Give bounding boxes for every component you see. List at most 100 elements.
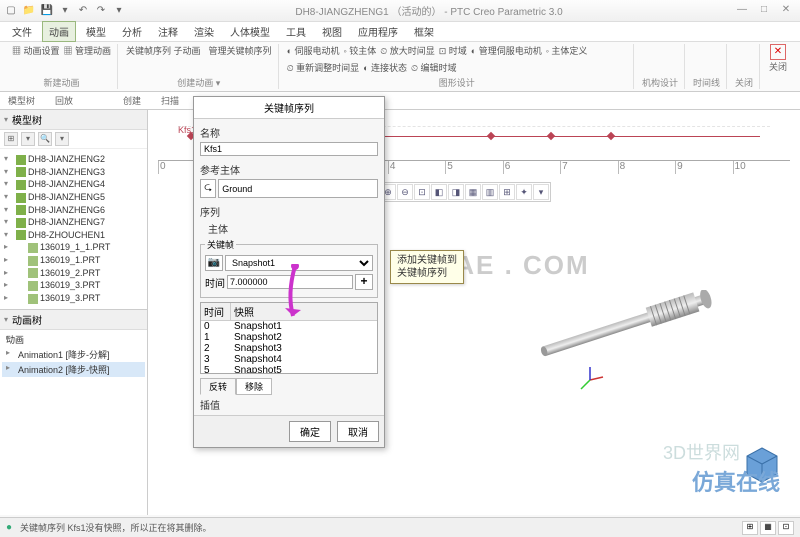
ribbon-close: ✕ 关闭: [762, 44, 794, 89]
menu-animation[interactable]: 动画: [42, 21, 76, 42]
menu-tools[interactable]: 工具: [280, 22, 312, 41]
tree-item[interactable]: DH8-JIANZHENG5: [2, 191, 145, 204]
status-tool-icon[interactable]: ⊞: [742, 521, 758, 535]
ribbon-item[interactable]: ⏲ 编辑时域: [411, 61, 457, 74]
tree-tool-icon[interactable]: 🔍: [38, 132, 52, 146]
list-row[interactable]: 1Snapshot2: [201, 332, 377, 343]
menu-annotate[interactable]: 注释: [152, 22, 184, 41]
ribbon-item[interactable]: 关键帧序列 子动画: [126, 44, 201, 57]
tree-item[interactable]: DH8-JIANZHENG7: [2, 216, 145, 229]
zoom-fit-icon[interactable]: ⊡: [414, 184, 430, 200]
ribbon-item[interactable]: ◐ 连接状态: [363, 61, 407, 74]
ribbon-item[interactable]: ⏲ 放大时间显: [380, 44, 435, 57]
tree-item[interactable]: 136019_2.PRT: [2, 267, 145, 280]
add-keyframe-button[interactable]: +: [355, 274, 373, 290]
model-tree[interactable]: DH8-JIANZHENG2DH8-JIANZHENG3DH8-JIANZHEN…: [0, 149, 147, 309]
ribbon-item[interactable]: ◦ 主体定义: [546, 44, 588, 57]
close-window-button[interactable]: ✕: [776, 4, 796, 18]
maximize-button[interactable]: □: [754, 4, 774, 18]
qat-dropdown-icon[interactable]: ▾: [58, 4, 72, 18]
watermark: 3D世界网: [663, 439, 740, 465]
list-row[interactable]: 5Snapshot5: [201, 365, 377, 374]
ribbon-item[interactable]: ▦ 管理动画: [64, 44, 112, 57]
ribbon-item[interactable]: ⏲ 重新调整时间显: [287, 61, 360, 74]
tree-tool-icon[interactable]: ⊞: [4, 132, 18, 146]
subtab-scan[interactable]: 扫描: [161, 94, 179, 107]
ribbon-item[interactable]: ◐ 伺服电动机: [287, 44, 340, 57]
anim-item[interactable]: Animation1 [降步-分解]: [2, 347, 145, 362]
subtab-playback[interactable]: 回放: [55, 94, 73, 107]
menu-framework[interactable]: 框架: [408, 22, 440, 41]
ok-button[interactable]: 确定: [289, 421, 331, 442]
view-icon[interactable]: ✦: [516, 184, 532, 200]
tree-item[interactable]: 136019_3.PRT: [2, 279, 145, 292]
menu-applications[interactable]: 应用程序: [352, 22, 404, 41]
qat-new-icon[interactable]: ▢: [4, 4, 18, 18]
ribbon-group-new-anim: ▦ 动画设置 ▦ 管理动画 新建动画: [6, 44, 118, 89]
tree-item[interactable]: DH8-JIANZHENG4: [2, 178, 145, 191]
qat-redo-icon[interactable]: ↷: [94, 4, 108, 18]
name-input[interactable]: [200, 142, 378, 156]
ribbon-item[interactable]: ▦ 动画设置: [12, 44, 60, 57]
tab-remove[interactable]: 移除: [236, 378, 272, 395]
status-tool-icon[interactable]: ⊡: [778, 521, 794, 535]
select-icon[interactable]: ⮎: [200, 179, 216, 198]
ribbon-item[interactable]: ◦ 铰主体: [344, 44, 377, 57]
view-icon[interactable]: ◨: [448, 184, 464, 200]
tree-item[interactable]: 136019_3.PRT: [2, 292, 145, 305]
menu-analysis[interactable]: 分析: [116, 22, 148, 41]
qat-save-icon[interactable]: 💾: [40, 4, 54, 18]
tree-tool-icon[interactable]: ▾: [21, 132, 35, 146]
qat-undo-icon[interactable]: ↶: [76, 4, 90, 18]
snapshot-combo[interactable]: Snapshot1: [225, 255, 373, 271]
view-icon[interactable]: ▦: [465, 184, 481, 200]
tab-reverse[interactable]: 反转: [200, 378, 236, 395]
ribbon-item[interactable]: ⊡ 时域: [439, 44, 467, 57]
tree-item[interactable]: DH8-ZHOUCHEN1: [2, 229, 145, 242]
list-row[interactable]: 3Snapshot4: [201, 354, 377, 365]
menu-model[interactable]: 模型: [80, 22, 112, 41]
cancel-button[interactable]: 取消: [337, 421, 379, 442]
qat-more-icon[interactable]: ▾: [112, 4, 126, 18]
view-icon[interactable]: ◧: [431, 184, 447, 200]
anim-tree[interactable]: 动画 Animation1 [降步-分解] Animation2 [降步-快照]: [0, 330, 147, 379]
ribbon-item[interactable]: 管理关键帧序列: [209, 44, 272, 57]
minimize-button[interactable]: —: [732, 4, 752, 18]
csys-triad-icon: [575, 365, 605, 395]
tree-item[interactable]: 136019_1.PRT: [2, 254, 145, 267]
menu-file[interactable]: 文件: [6, 22, 38, 41]
anim-item[interactable]: Animation2 [降步-快照]: [2, 362, 145, 377]
view-icon[interactable]: ▥: [482, 184, 498, 200]
tree-item[interactable]: DH8-JIANZHENG6: [2, 204, 145, 217]
tree-item[interactable]: DH8-JIANZHENG3: [2, 166, 145, 179]
anim-tree-header[interactable]: 动画树: [0, 310, 147, 330]
ref-body-label: 参考主体: [200, 162, 378, 177]
anim-root[interactable]: 动画: [2, 332, 145, 347]
model-tree-header[interactable]: 模型树: [0, 110, 147, 130]
name-label: 名称: [200, 125, 378, 140]
subtab-create[interactable]: 创建: [123, 94, 141, 107]
view-icon[interactable]: ⊞: [499, 184, 515, 200]
ribbon-group-timeline: 时间线: [687, 44, 727, 89]
menu-render[interactable]: 渲染: [188, 22, 220, 41]
subtab-model-tree[interactable]: 模型树: [8, 94, 35, 107]
tree-tool-icon[interactable]: ▾: [55, 132, 69, 146]
animation-panel: 动画树 动画 Animation1 [降步-分解] Animation2 [降步…: [0, 309, 147, 379]
list-row[interactable]: 2Snapshot3: [201, 343, 377, 354]
ribbon-item[interactable]: ◐ 管理伺服电动机: [471, 44, 542, 57]
status-tool-icon[interactable]: ▦: [760, 521, 776, 535]
qat-open-icon[interactable]: 📁: [22, 4, 36, 18]
tree-item[interactable]: DH8-JIANZHENG2: [2, 153, 145, 166]
menu-manikin[interactable]: 人体模型: [224, 22, 276, 41]
tree-item[interactable]: 136019_1_1.PRT: [2, 241, 145, 254]
camera-icon[interactable]: 📷: [205, 255, 223, 271]
close-icon[interactable]: ✕: [770, 44, 786, 60]
view-icon[interactable]: ▾: [533, 184, 549, 200]
quick-access-toolbar: ▢ 📁 💾 ▾ ↶ ↷ ▾: [4, 4, 126, 18]
list-row[interactable]: 0Snapshot1: [201, 321, 377, 332]
time-input[interactable]: [227, 275, 353, 289]
keyframe-list[interactable]: 时间 快照 0Snapshot11Snapshot22Snapshot33Sna…: [200, 302, 378, 374]
menu-view[interactable]: 视图: [316, 22, 348, 41]
ref-body-input[interactable]: [218, 179, 378, 198]
zoom-out-icon[interactable]: ⊖: [397, 184, 413, 200]
